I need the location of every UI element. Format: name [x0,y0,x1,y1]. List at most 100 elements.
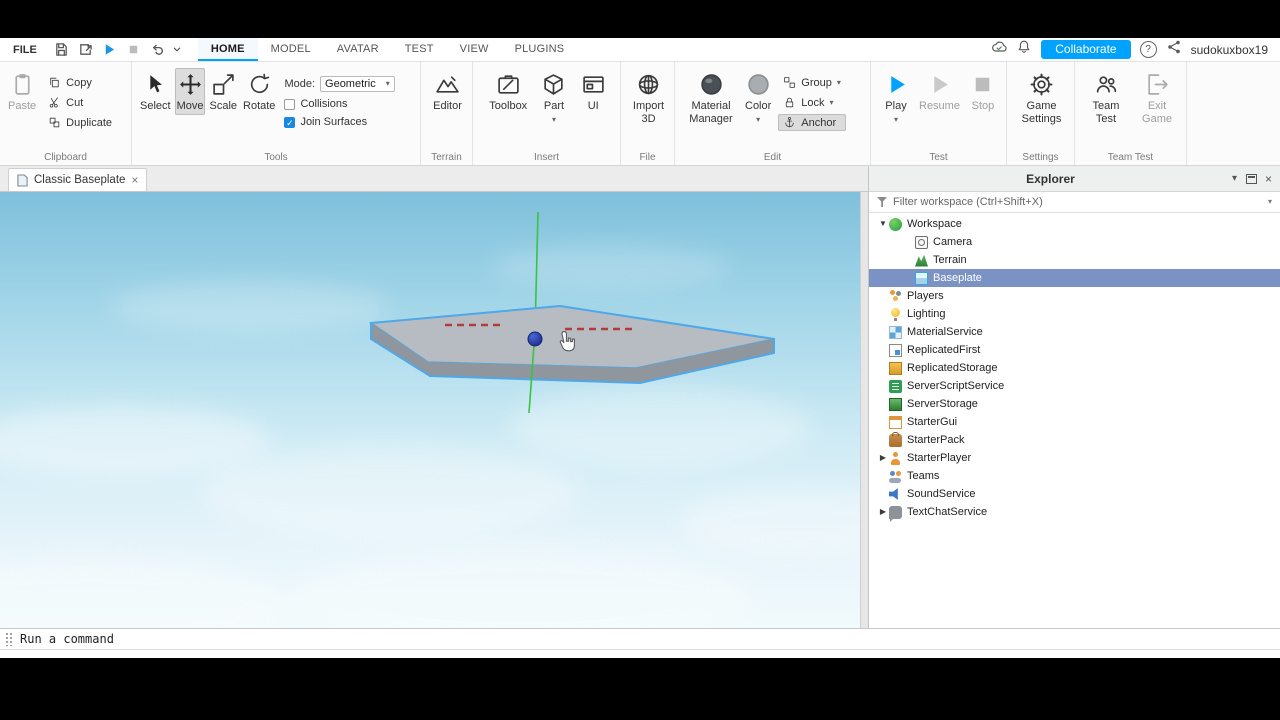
tree-row-starterplayer[interactable]: ▶ StarterPlayer [869,449,1280,467]
tree-row-startergui[interactable]: StarterGui [869,413,1280,431]
part-button[interactable]: Part ▾ [539,68,568,126]
username-label[interactable]: sudokuxbox19 [1191,43,1268,57]
chevron-down-icon[interactable]: ▾ [830,98,834,107]
lock-button[interactable]: Lock ▾ [778,94,846,111]
tree-row-camera[interactable]: Camera [869,233,1280,251]
tree-label: Baseplate [933,272,982,284]
join-surfaces-checkbox-row[interactable]: ✓ Join Surfaces [282,116,396,128]
camera-icon [915,235,928,249]
collaborate-button[interactable]: Collaborate [1041,39,1131,60]
rotate-tool-button[interactable]: Rotate [241,68,277,115]
document-tab-bar: Classic Baseplate × [0,166,868,192]
file-menu-button[interactable]: FILE [0,38,50,61]
chevron-down-icon[interactable]: ▾ [552,115,556,124]
material-manager-button[interactable]: Material Manager [681,68,741,127]
3d-viewport[interactable] [0,192,860,628]
publish-icon[interactable] [74,39,98,61]
tab-avatar[interactable]: AVATAR [324,38,392,61]
tree-row-replicatedfirst[interactable]: ReplicatedFirst [869,341,1280,359]
tree-row-workspace[interactable]: ▼ Workspace [869,215,1280,233]
tree-row-teams[interactable]: Teams [869,467,1280,485]
button-label: Rotate [243,100,276,112]
tree-row-soundservice[interactable]: SoundService [869,485,1280,503]
import-3d-button[interactable]: Import 3D [627,68,670,127]
select-tool-button[interactable]: Select [138,68,173,115]
command-bar[interactable]: Run a command [0,628,1280,650]
button-label: Group [801,76,832,89]
explorer-header: Explorer ▾ × [869,166,1280,192]
copy-button[interactable]: Copy [43,74,117,91]
tree-row-replicatedstorage[interactable]: ReplicatedStorage [869,359,1280,377]
move-tool-button[interactable]: Move [174,68,206,115]
tree-row-terrain[interactable]: Terrain [869,251,1280,269]
tree-label: StarterPlayer [907,452,972,464]
toolbox-button[interactable]: Toolbox [487,68,529,115]
undo-icon[interactable] [146,39,170,61]
tab-view[interactable]: VIEW [447,38,502,61]
play-button[interactable]: Play ▾ [882,68,911,126]
join-surfaces-checkbox[interactable]: ✓ [284,116,296,128]
collisions-checkbox-row[interactable]: Collisions [282,98,396,110]
chevron-down-icon[interactable]: ▾ [756,115,760,124]
chevron-down-icon[interactable]: ▾ [837,78,841,87]
tree-row-materialservice[interactable]: MaterialService [869,323,1280,341]
button-label: Cut [66,96,84,109]
starter-gui-icon [889,415,902,429]
tree-label: Workspace [907,218,962,230]
tree-label: ReplicatedFirst [907,344,981,356]
tree-label: ReplicatedStorage [907,362,998,374]
players-icon [889,289,902,303]
tab-test[interactable]: TEST [392,38,447,61]
ribbon-section-edit: Material Manager Color ▾ Group ▾ Lock ▾ … [675,62,871,165]
viewport-explorer-splitter[interactable] [860,192,868,628]
game-settings-button[interactable]: Game Settings [1013,68,1070,127]
expand-arrow-icon[interactable]: ▶ [877,454,889,462]
play-quick-icon[interactable] [98,39,122,61]
ui-button[interactable]: UI [579,68,608,115]
move-gizmo-handle[interactable] [527,331,543,347]
share-icon[interactable] [1166,39,1182,60]
expand-arrow-icon[interactable]: ▶ [877,508,889,516]
save-icon[interactable] [50,39,74,61]
anchor-button[interactable]: Anchor [778,114,846,131]
command-bar-drag-handle[interactable] [5,632,13,646]
tree-row-starterpack[interactable]: StarterPack [869,431,1280,449]
notifications-bell-icon[interactable] [1016,39,1032,60]
chevron-down-icon[interactable]: ▾ [1268,198,1272,206]
tree-row-players[interactable]: Players [869,287,1280,305]
chevron-down-icon[interactable]: ▾ [894,115,898,124]
float-panel-icon[interactable] [1245,173,1257,184]
expand-arrow-icon[interactable]: ▼ [877,220,889,228]
explorer-filter-row[interactable]: Filter workspace (Ctrl+Shift+X) ▾ [869,192,1280,213]
redo-dropdown-icon[interactable] [170,39,184,61]
document-tab-classic-baseplate[interactable]: Classic Baseplate × [8,168,148,191]
cloud-sync-icon[interactable] [991,39,1007,60]
chevron-down-icon[interactable]: ▾ [1232,173,1237,184]
tree-row-serverscriptservice[interactable]: ServerScriptService [869,377,1280,395]
tree-row-textchatservice[interactable]: ▶ TextChatService [869,503,1280,522]
close-panel-icon[interactable]: × [1265,173,1272,185]
color-button[interactable]: Color ▾ [743,68,773,126]
cut-button[interactable]: Cut [43,94,117,111]
collisions-checkbox[interactable] [284,98,296,110]
tab-home[interactable]: HOME [197,38,258,61]
command-input-placeholder[interactable]: Run a command [20,632,114,646]
duplicate-button[interactable]: Duplicate [43,114,117,131]
edit-small-column: Group ▾ Lock ▾ Anchor [778,68,846,131]
scale-tool-button[interactable]: Scale [207,68,239,115]
group-button[interactable]: Group ▾ [778,74,846,91]
tree-row-lighting[interactable]: Lighting [869,305,1280,323]
help-icon[interactable]: ? [1139,41,1157,58]
terrain-editor-button[interactable]: Editor [431,68,464,115]
lighting-icon [889,307,902,321]
paste-button[interactable]: Paste [6,68,38,115]
ribbon-section-settings: Game Settings Settings [1007,62,1075,165]
tab-plugins[interactable]: PLUGINS [502,38,578,61]
team-test-button[interactable]: Team Test [1082,68,1130,127]
close-tab-icon[interactable]: × [131,174,138,186]
tree-row-baseplate[interactable]: Baseplate [869,269,1280,287]
tab-model[interactable]: MODEL [258,38,324,61]
tree-row-serverstorage[interactable]: ServerStorage [869,395,1280,413]
mode-dropdown[interactable]: Geometric ▾ [320,76,395,92]
button-label: Color [745,100,772,112]
